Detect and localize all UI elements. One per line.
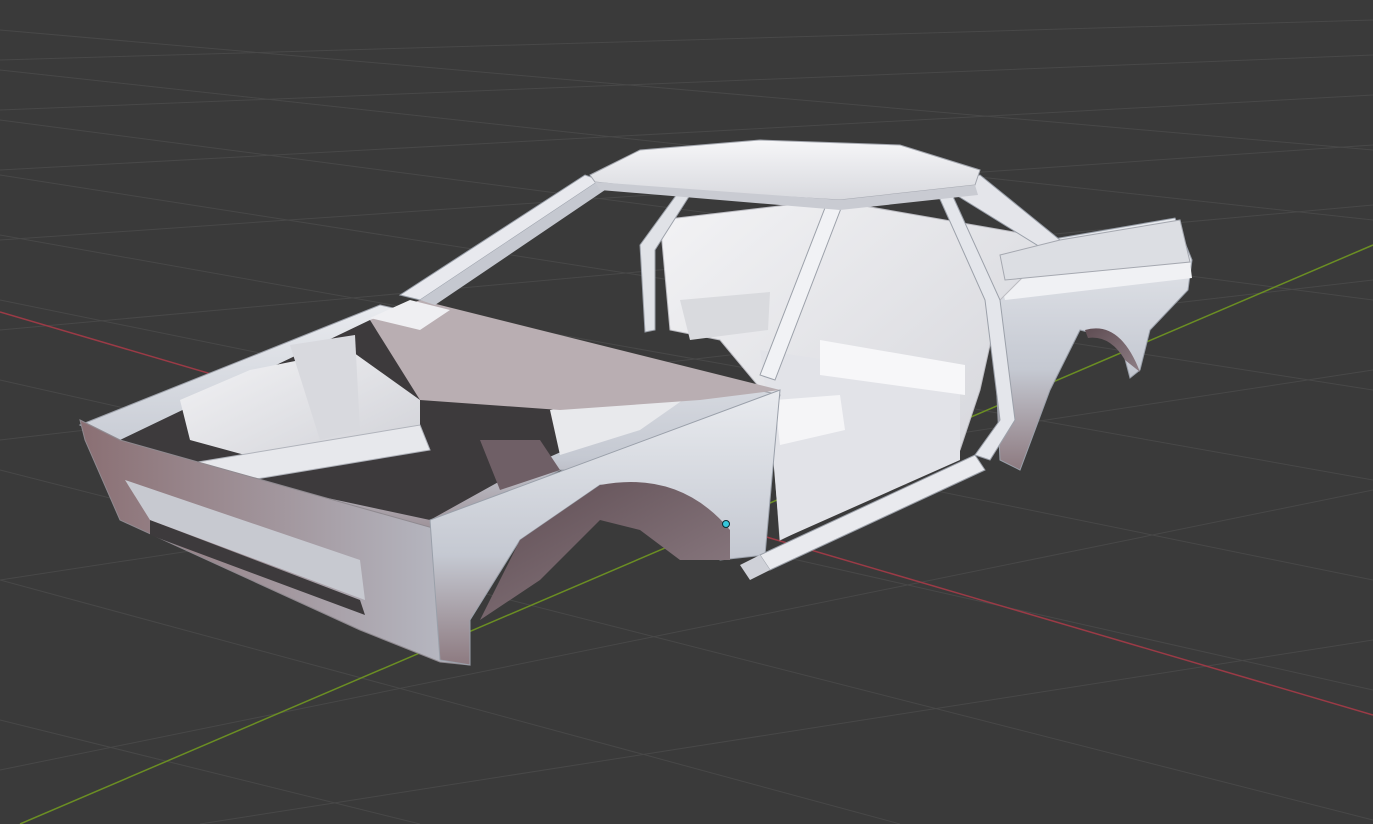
object-origin-point[interactable] [722,520,730,528]
3d-viewport[interactable] [0,0,1373,824]
viewport-canvas[interactable] [0,0,1373,824]
car-body-model[interactable] [78,139,1193,666]
